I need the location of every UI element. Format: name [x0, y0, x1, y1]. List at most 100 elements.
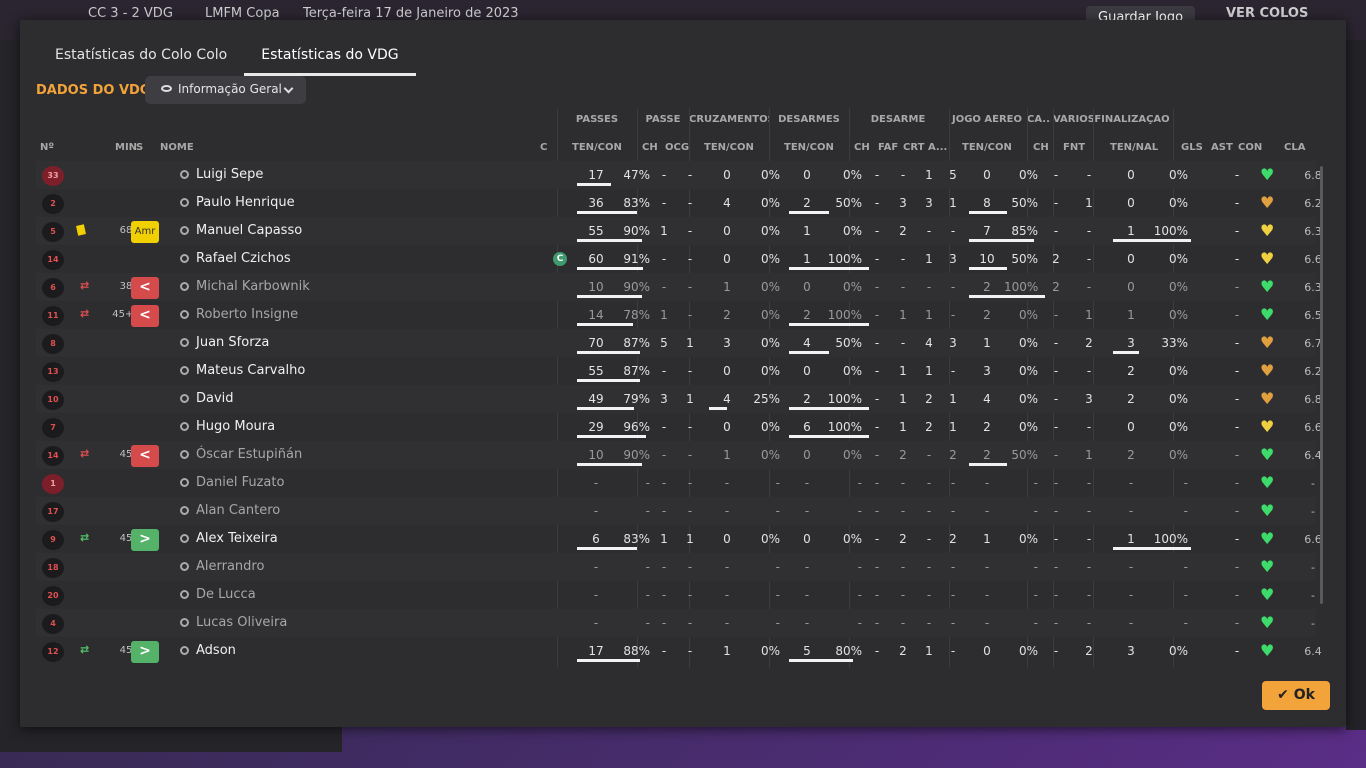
table-row[interactable]: 13 Mateus Carvalho 55 87% - -0 0% 0 0% -1 1-3 0% - -2… [36, 357, 1322, 385]
table-row[interactable]: 7 Hugo Moura 29 96% - -0 0% 6 100% -1 2 1 2 0% - -0 0% - ♥… [36, 413, 1322, 441]
passes-attempted: 6 [592, 532, 600, 546]
player-name[interactable]: Rafael Czichos [180, 251, 291, 266]
headers-pct: 50% [1011, 252, 1038, 266]
chances-created: - [687, 280, 693, 294]
shots: 0 [1127, 168, 1135, 182]
table-row[interactable]: 4 Lucas Oliveira - - - - - - - - - - - - - - - - - - - ♥ - [36, 609, 1316, 637]
table-row[interactable]: 1 Daniel Fuzato - - - - - - - - - - - - - - - - - - - ♥ - [36, 469, 1316, 497]
ok-button[interactable]: ✔ Ok [1262, 681, 1330, 710]
column-header-fnt[interactable]: FNT [1063, 142, 1085, 153]
player-name[interactable]: Paulo Henrique [180, 195, 295, 210]
percentage-bar [577, 183, 611, 186]
crosses-pct: 0% [760, 252, 780, 266]
column-header-crt[interactable]: CRT [903, 142, 924, 153]
defense-stat: 1 [925, 308, 933, 322]
tackles-attempted: 1 [803, 224, 811, 238]
defense-stat: 1 [899, 364, 907, 378]
column-header-ch[interactable]: CH [642, 142, 658, 153]
table-row[interactable]: 18 Alerrandro - - - - - - - - - - - - - - - - - - - ♥ - [36, 553, 1316, 581]
column-header-des[interactable]: TEN/CON [784, 142, 834, 153]
condition-heart-icon: ♥ [1260, 613, 1275, 632]
table-row[interactable]: 11 ⇄ 45+3 < Roberto Insigne 14 78% 1-2 0% 2 100% -1… [36, 301, 1322, 329]
player-name[interactable]: Alex Teixeira [180, 531, 278, 546]
player-name[interactable]: Hugo Moura [180, 419, 275, 434]
group-header: DESARMES [778, 114, 840, 125]
table-row[interactable]: 14 ⇄ 45 < Óscar Estupiñán 10 90% - -1 0% 0 0% -2-2 2 5… [36, 441, 1322, 469]
column-header-c[interactable]: C [540, 142, 547, 153]
passes-attempted: - [593, 504, 599, 518]
player-name[interactable]: De Lucca [180, 587, 256, 602]
column-header-a[interactable]: A... [928, 142, 947, 153]
defense-stat: - [926, 504, 932, 518]
defense-stat: 2 [899, 448, 907, 462]
player-name[interactable]: Lucas Oliveira [180, 615, 287, 630]
ca-stat: - [1053, 532, 1059, 546]
column-header-faf[interactable]: FAF [878, 142, 898, 153]
rating: 6.4 [1304, 645, 1322, 658]
player-name[interactable]: Mateus Carvalho [180, 363, 305, 378]
player-name[interactable]: Adson [180, 643, 236, 658]
shots-pct: 0% [1168, 252, 1188, 266]
headers-pct: - [1033, 560, 1038, 574]
key-passes: - [661, 420, 667, 434]
column-header-cla[interactable]: CLA [1284, 142, 1305, 153]
fouls-stat: 2 [1085, 336, 1093, 350]
column-header-con[interactable]: CON [1238, 142, 1262, 153]
table-row[interactable]: 12 ⇄ 45 > Adson 17 88% - -1 0% 5 80% -2 1-0 0% -2 3 0% - ♥ 6… [36, 637, 1322, 665]
defense-stat: 2 [899, 224, 907, 238]
table-row[interactable]: 33 Luigi Sepe 17 47% - -0 0% 0 0% - -1 5 0 0% - -0 0% - ♥ 6… [36, 161, 1322, 189]
player-name[interactable]: David [180, 391, 234, 406]
table-row[interactable]: 17 Alan Cantero - - - - - - - - - - - - - - - - - - - ♥ - [36, 497, 1316, 525]
passes-pct: 90% [623, 448, 650, 462]
tab-vdg[interactable]: Estatísticas do VDG [244, 40, 416, 76]
table-row[interactable]: 14 Rafael Czichos C 60 91% - -0 0% 1 100% - -1 3 10 50… [36, 245, 1322, 273]
column-header-no[interactable]: Nº [40, 142, 54, 153]
table-row[interactable]: 9 ⇄ 45 > Alex Teixeira 6 83% 1 1 0 0% 0 0% -2-2 1 0% - -1… [36, 525, 1322, 553]
column-header-min[interactable]: MIN [115, 142, 137, 153]
fouls-stat: - [1086, 476, 1092, 490]
shirt-number-icon: 13 [42, 362, 64, 382]
player-name[interactable]: Óscar Estupiñán [180, 447, 302, 462]
defense-stat: 1 [949, 196, 957, 210]
column-header-fin[interactable]: TEN/NAL [1110, 142, 1158, 153]
person-icon [180, 282, 189, 291]
column-header-passes[interactable]: TEN/CON [572, 142, 622, 153]
column-header-ca_ch[interactable]: CH [1033, 142, 1049, 153]
table-row[interactable]: 8 Juan Sforza 70 87% 5 1 3 0% 4 50% - -4 3 1 0% -2 3 33% -… [36, 329, 1322, 357]
table-row[interactable]: 10 David 49 79% 3 1 4 25% 2 100% -1 2 1 4 0% -3 2 0% - ♥ 6.8 [36, 385, 1322, 413]
player-name[interactable]: Alerrandro [180, 559, 264, 574]
column-header-ocg[interactable]: OCG [665, 142, 689, 153]
shots: 0 [1127, 280, 1135, 294]
tackles-attempted: - [804, 588, 810, 602]
table-row[interactable]: 20 De Lucca - - - - - - - - - - - - - - - - - - - ♥ - [36, 581, 1316, 609]
player-name[interactable]: Luigi Sepe [180, 167, 263, 182]
column-header-dch[interactable]: CH [854, 142, 870, 153]
percentage-bar [1113, 547, 1191, 550]
column-header-gls[interactable]: GLS [1181, 142, 1203, 153]
player-name[interactable]: Manuel Capasso [180, 223, 302, 238]
table-row[interactable]: 2 Paulo Henrique 36 83% - -4 0% 2 50% -3 3 1 8 50% -1 0… [36, 189, 1322, 217]
defense-stat: - [950, 616, 956, 630]
scrollbar[interactable] [1320, 166, 1323, 604]
player-name[interactable]: Juan Sforza [180, 335, 269, 350]
column-header-s[interactable]: S [136, 142, 143, 153]
column-header-cruz[interactable]: TEN/CON [704, 142, 754, 153]
column-header-aereo[interactable]: TEN/CON [962, 142, 1012, 153]
crosses-attempted: 0 [723, 224, 731, 238]
info-dropdown[interactable]: Informação Geral [145, 76, 306, 104]
column-header-nome[interactable]: NOME [160, 142, 194, 153]
ver-colos-button[interactable]: VER COLOS [1226, 6, 1308, 21]
substitution-icon: ⇄ [80, 307, 90, 320]
player-name-label: Roberto Insigne [196, 307, 299, 322]
table-row[interactable]: 6 ⇄ 38 < Michal Karbownik 10 90% - -1 0% 0 0% - - - -2 1… [36, 273, 1322, 301]
player-name[interactable]: Roberto Insigne [180, 307, 298, 322]
key-passes: - [661, 252, 667, 266]
column-header-ast[interactable]: AST [1211, 142, 1233, 153]
player-name[interactable]: Alan Cantero [180, 503, 280, 518]
player-name[interactable]: Michal Karbownik [180, 279, 310, 294]
defense-stat: - [874, 336, 880, 350]
person-icon [180, 646, 189, 655]
table-row[interactable]: 5 68 Amr Manuel Capasso 55 90% 1-0 0% 1 0% -2- -7 85… [36, 217, 1322, 245]
player-name[interactable]: Daniel Fuzato [180, 475, 284, 490]
tab-colo-colo[interactable]: Estatísticas do Colo Colo [38, 40, 244, 76]
